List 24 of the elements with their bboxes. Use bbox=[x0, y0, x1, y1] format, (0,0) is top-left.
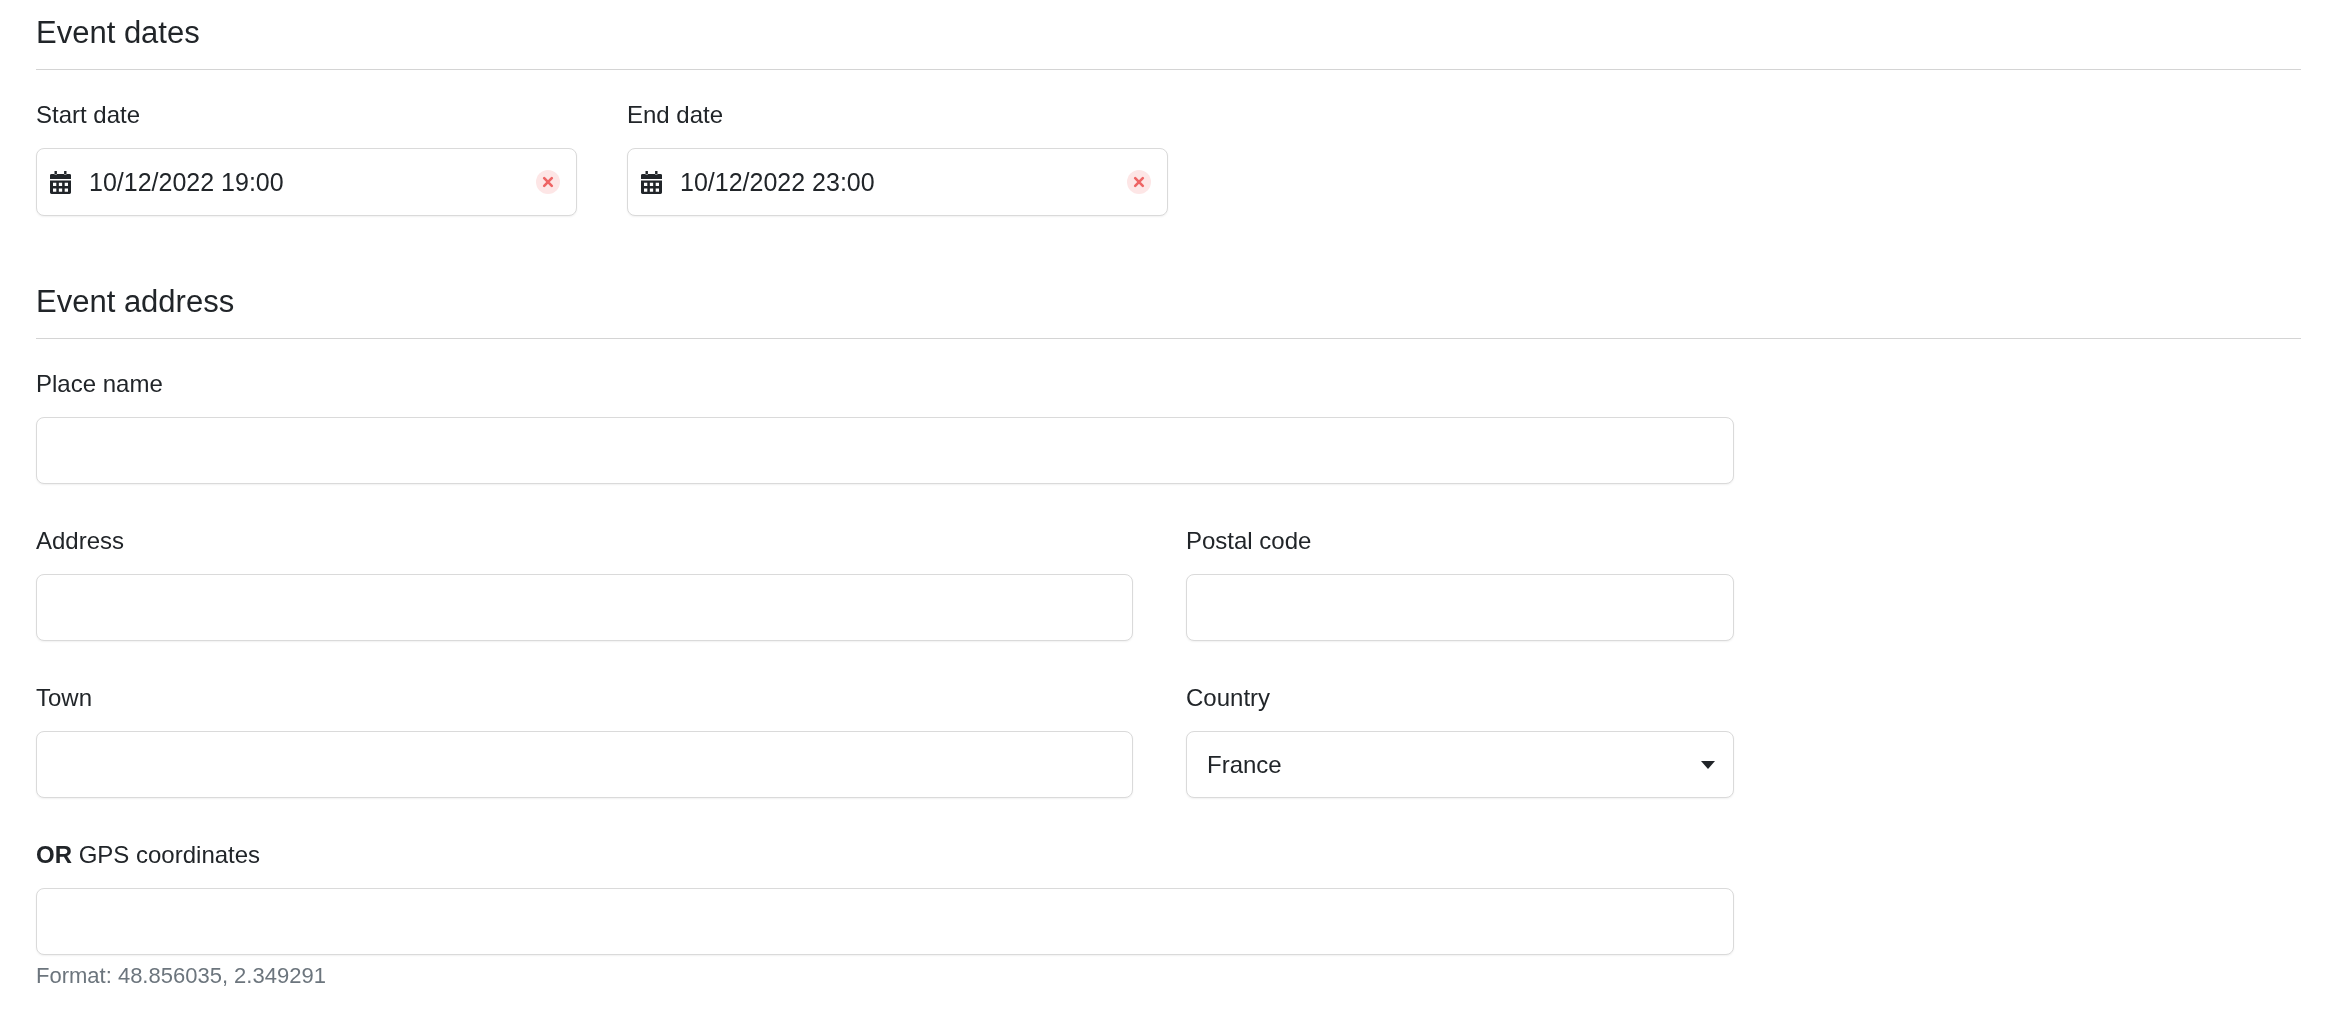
field-label: Start date bbox=[36, 100, 141, 130]
field-label: Place name bbox=[36, 369, 163, 399]
calendar-icon bbox=[50, 170, 71, 194]
input-field[interactable] bbox=[36, 731, 1133, 798]
help-text: Format: 48.856035, 2.349291 bbox=[36, 962, 326, 990]
field-label: Country bbox=[1186, 683, 1271, 713]
field-label: OR GPS coordinates bbox=[36, 840, 261, 870]
input-field[interactable] bbox=[1186, 574, 1734, 641]
caret-icon bbox=[1701, 760, 1715, 769]
input-field[interactable] bbox=[36, 417, 1734, 484]
input-field[interactable] bbox=[36, 574, 1133, 641]
field-label: Postal code bbox=[1186, 526, 1312, 556]
date-field[interactable]: 10/12/2022 23:00 bbox=[627, 148, 1168, 216]
field-label: Town bbox=[36, 683, 93, 713]
date-field[interactable]: 10/12/2022 19:00 bbox=[36, 148, 577, 216]
clear-icon[interactable] bbox=[536, 170, 560, 194]
section-heading: Event address bbox=[36, 283, 235, 320]
calendar-icon bbox=[641, 170, 662, 194]
input-field[interactable] bbox=[36, 888, 1734, 955]
field-label: End date bbox=[627, 100, 724, 130]
section-heading: Event dates bbox=[36, 14, 200, 51]
clear-icon[interactable] bbox=[1127, 170, 1151, 194]
field-label: Address bbox=[36, 526, 125, 556]
select-field[interactable]: France bbox=[1186, 731, 1734, 798]
